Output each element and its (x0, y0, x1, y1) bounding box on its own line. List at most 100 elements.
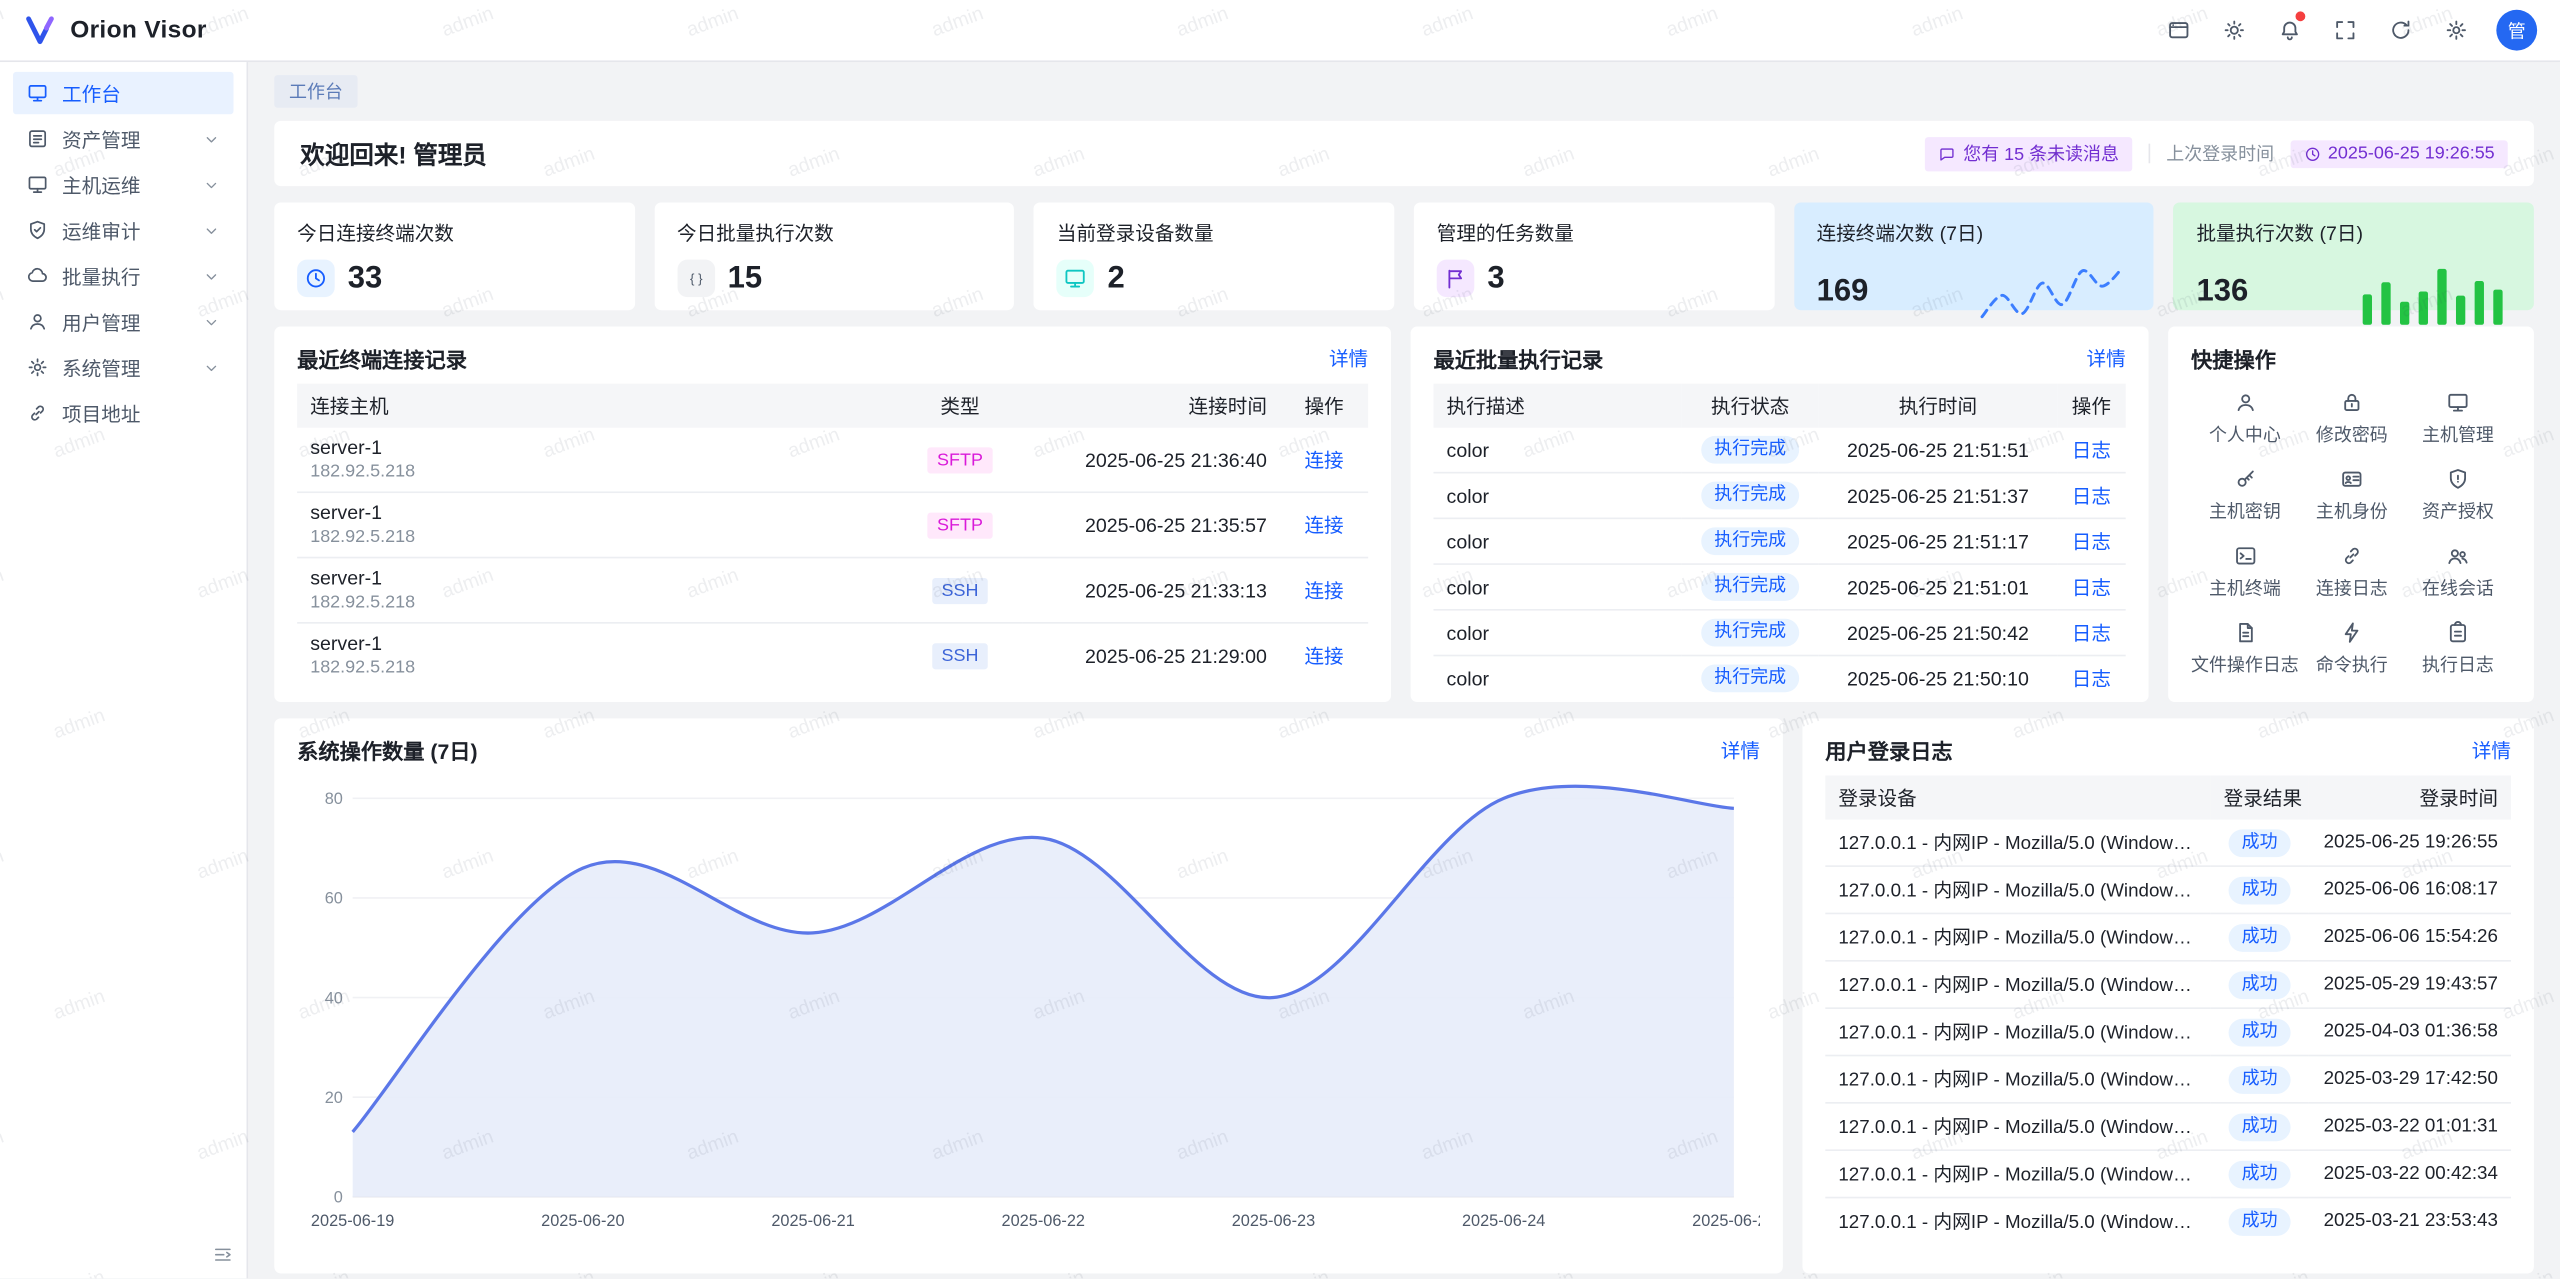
login-time: 2025-03-21 23:53:43 (2309, 1198, 2511, 1245)
bolt-icon (2340, 620, 2364, 644)
status-badge: 执行完成 (1701, 573, 1799, 601)
quick-action-command-execute[interactable]: 命令执行 (2299, 620, 2405, 682)
connect-link[interactable]: 连接 (1304, 514, 1343, 537)
chevron-down-icon (202, 358, 220, 376)
log-link[interactable]: 日志 (2072, 531, 2111, 554)
sidebar-item-batch-execute[interactable]: 批量执行 (13, 255, 233, 297)
action-cell: 连接 (1280, 558, 1368, 623)
chevron-down-icon (202, 176, 220, 194)
login-device: 127.0.0.1 - 内网IP - Mozilla/5.0 (Windows … (1825, 1103, 2210, 1150)
sidebar-item-workbench[interactable]: 工作台 (13, 72, 233, 114)
sidebar-item-user-management[interactable]: 用户管理 (13, 300, 233, 342)
workbench-icon (26, 82, 49, 105)
quick-action-host-identity[interactable]: 主机身份 (2299, 467, 2405, 529)
sidebar-item-label: 系统管理 (62, 353, 189, 381)
bell-icon[interactable] (2268, 9, 2310, 51)
login-log-detail-link[interactable]: 详情 (2472, 736, 2511, 764)
protocol-tag: SSH (932, 577, 989, 603)
table-row: color执行完成2025-06-25 21:51:37日志 (1433, 473, 2125, 519)
login-device: 127.0.0.1 - 内网IP - Mozilla/5.0 (Windows … (1825, 1008, 2210, 1055)
quick-action-host-management[interactable]: 主机管理 (2405, 390, 2511, 452)
chevron-down-icon (202, 130, 220, 148)
log-link[interactable]: 日志 (2072, 439, 2111, 462)
success-badge: 成功 (2229, 876, 2291, 904)
quick-action-personal-center[interactable]: 个人中心 (2191, 390, 2299, 452)
window-icon[interactable] (2157, 9, 2199, 51)
stat-card-title: 批量执行次数 (7日) (2196, 219, 2511, 247)
exec-desc: color (1433, 518, 1681, 564)
quick-action-file-operation-log[interactable]: 文件操作日志 (2191, 620, 2299, 682)
topbar: Orion Visor 管 (0, 0, 2560, 62)
status-badge: 执行完成 (1701, 436, 1799, 464)
sidebar-item-project-url[interactable]: 项目地址 (13, 392, 233, 434)
execlog-icon (2446, 620, 2470, 644)
svg-text:20: 20 (325, 1089, 343, 1107)
batch-icon (26, 264, 49, 287)
terminal-detail-link[interactable]: 详情 (1329, 344, 1368, 372)
last-login-label: 上次登录时间 (2166, 140, 2274, 166)
status-badge: 执行完成 (1701, 527, 1799, 555)
connect-time: 2025-06-25 21:33:13 (1022, 558, 1280, 623)
protocol-tag: SSH (932, 642, 989, 668)
table-row: 127.0.0.1 - 内网IP - Mozilla/5.0 (Windows … (1825, 1008, 2511, 1055)
quick-action-connect-log[interactable]: 连接日志 (2299, 544, 2405, 606)
stat-cards-row: 今日连接终端次数 33 今日批量执行次数 { } 15 当前登录设备数量 2 (274, 202, 2534, 310)
log-link[interactable]: 日志 (2072, 485, 2111, 508)
refresh-icon[interactable] (2379, 9, 2421, 51)
exec-status-cell: 执行完成 (1682, 610, 1819, 656)
stat-card-value: 169 (1817, 274, 1869, 310)
breadcrumb-item-workbench[interactable]: 工作台 (274, 75, 357, 108)
sidebar-item-host-ops[interactable]: 主机运维 (13, 163, 233, 205)
quick-action-execute-log[interactable]: 执行日志 (2405, 620, 2511, 682)
host-ip: 182.92.5.218 (310, 462, 885, 483)
app-logo[interactable]: Orion Visor (23, 13, 207, 47)
sidebar-item-label: 主机运维 (62, 171, 189, 199)
connect-time: 2025-06-25 21:36:40 (1022, 428, 1280, 492)
status-badge: 执行完成 (1701, 664, 1799, 692)
system-ops-detail-link[interactable]: 详情 (1721, 736, 1760, 764)
unread-messages-badge[interactable]: 您有 15 条未读消息 (1926, 136, 2132, 170)
exec-time: 2025-06-25 21:51:17 (1819, 518, 2057, 564)
sidebar-collapse-icon[interactable] (212, 1245, 233, 1266)
table-row: color 执行完成 2025-06-25 21:51:17 日志 (1433, 518, 2125, 564)
user-avatar[interactable]: 管 (2496, 10, 2537, 51)
svg-text:2025-06-25: 2025-06-25 (1692, 1212, 1760, 1230)
lock-icon (2340, 390, 2364, 414)
login-table: 登录设备 登录结果 登录时间 127.0.0.1 - 内网IP - Mozill… (1825, 776, 2511, 1245)
quick-action-host-key[interactable]: 主机密钥 (2191, 467, 2299, 529)
log-link[interactable]: 日志 (2072, 576, 2111, 599)
success-badge: 成功 (2229, 1065, 2291, 1093)
stat-card-title: 管理的任务数量 (1437, 219, 1752, 247)
sidebar-item-label: 批量执行 (62, 262, 189, 290)
batch-trend-sparkline (2354, 260, 2511, 325)
system-ops-panel: 系统操作数量 (7日) 详情 0204060802025-06-192025-0… (274, 718, 1783, 1273)
sidebar-item-ops-audit[interactable]: 运维审计 (13, 209, 233, 251)
quick-action-change-password[interactable]: 修改密码 (2299, 390, 2405, 452)
connect-link[interactable]: 连接 (1304, 645, 1343, 668)
middle-row: 最近终端连接记录 详情 连接主机 类型 连接时间 操作 server-1182.… (274, 327, 2534, 703)
log-link[interactable]: 日志 (2072, 668, 2111, 691)
quick-action-host-terminal[interactable]: 主机终端 (2191, 544, 2299, 606)
quick-action-label: 命令执行 (2316, 651, 2388, 677)
success-badge: 成功 (2229, 1207, 2291, 1235)
quick-action-label: 修改密码 (2316, 421, 2388, 447)
quick-action-online-session[interactable]: 在线会话 (2405, 544, 2511, 606)
table-row: 127.0.0.1 - 内网IP - Mozilla/5.0 (Windows … (1825, 961, 2511, 1008)
batch-detail-link[interactable]: 详情 (2087, 344, 2126, 372)
login-device: 127.0.0.1 - 内网IP - Mozilla/5.0 (Windows … (1825, 866, 2210, 913)
sun-icon[interactable] (2212, 9, 2254, 51)
fullscreen-icon[interactable] (2323, 9, 2365, 51)
type-cell: SFTP (898, 492, 1022, 557)
sidebar-item-asset-management[interactable]: 资产管理 (13, 118, 233, 160)
svg-text:40: 40 (325, 989, 343, 1007)
stat-card-tasks: 管理的任务数量 3 (1414, 202, 1774, 310)
quick-action-asset-authorization[interactable]: 资产授权 (2405, 467, 2511, 529)
connect-link[interactable]: 连接 (1304, 580, 1343, 603)
log-link[interactable]: 日志 (2072, 622, 2111, 645)
stat-card-value: 33 (348, 260, 383, 296)
exec-status-cell: 执行完成 (1682, 473, 1819, 519)
gear-icon[interactable] (2434, 9, 2476, 51)
user-icon (2233, 390, 2257, 414)
sidebar-item-system-management[interactable]: 系统管理 (13, 346, 233, 388)
connect-link[interactable]: 连接 (1304, 449, 1343, 472)
